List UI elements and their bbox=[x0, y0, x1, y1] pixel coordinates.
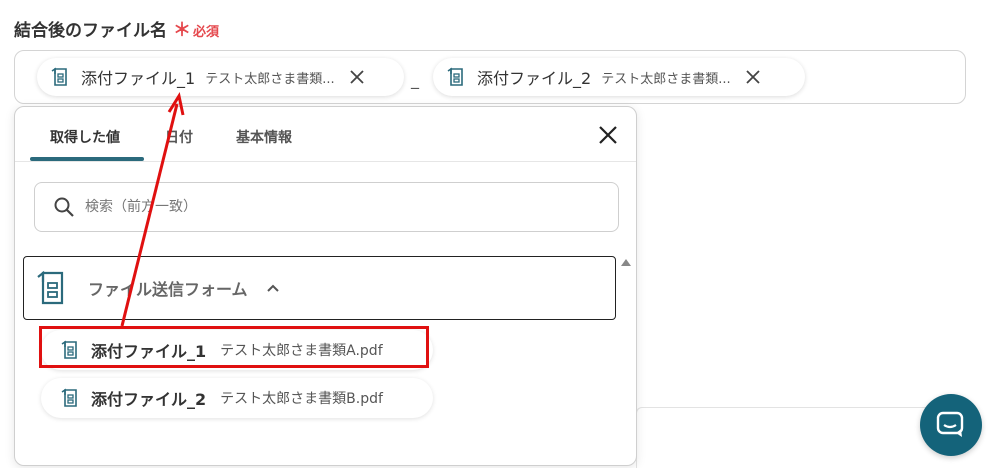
document-icon bbox=[61, 340, 77, 359]
option-value: テスト太郎さま書類A.pdf bbox=[220, 343, 383, 359]
option-value: テスト太郎さま書類B.pdf bbox=[220, 391, 383, 407]
tab-retrieved-values[interactable]: 取得した値 bbox=[50, 127, 120, 147]
search-icon bbox=[54, 197, 74, 217]
active-tab-indicator bbox=[30, 157, 144, 161]
document-icon bbox=[37, 270, 64, 305]
search-input[interactable] bbox=[83, 198, 567, 216]
close-icon[interactable] bbox=[349, 69, 365, 85]
option-name: 添付ファイル_1 bbox=[91, 342, 207, 361]
tab-date[interactable]: 日付 bbox=[165, 127, 193, 147]
scroll-up-arrow[interactable] bbox=[621, 259, 631, 266]
document-icon bbox=[447, 67, 463, 86]
value-picker-dropdown: 取得した値 日付 基本情報 ファイル送信フォーム bbox=[14, 106, 637, 466]
field-label-text: 結合後のファイル名 bbox=[14, 21, 167, 41]
field-label: 結合後のファイル名 ＊ 必須 bbox=[14, 16, 219, 42]
background-panel bbox=[636, 407, 967, 468]
close-icon[interactable] bbox=[745, 69, 761, 85]
group-header-file-form[interactable]: ファイル送信フォーム bbox=[23, 256, 616, 320]
option-attachment-2[interactable]: 添付ファイル_2 テスト太郎さま書類B.pdf bbox=[41, 378, 433, 418]
value-chip-2[interactable]: 添付ファイル_2 テスト太郎さま書類... bbox=[433, 58, 805, 96]
chip-name: 添付ファイル_2 bbox=[477, 69, 592, 88]
document-icon bbox=[61, 388, 77, 407]
close-icon[interactable] bbox=[597, 124, 619, 146]
chat-icon bbox=[936, 411, 964, 437]
required-text: 必須 bbox=[193, 25, 220, 40]
option-name: 添付ファイル_2 bbox=[91, 390, 207, 409]
tab-basic-info[interactable]: 基本情報 bbox=[236, 127, 292, 147]
tab-bar: 取得した値 日付 基本情報 bbox=[15, 107, 636, 162]
document-icon bbox=[51, 67, 67, 86]
chip-value: テスト太郎さま書類... bbox=[205, 71, 335, 87]
chevron-up-icon[interactable] bbox=[266, 283, 280, 293]
separator: _ bbox=[411, 70, 419, 89]
chat-support-button[interactable] bbox=[920, 394, 982, 456]
required-mark: ＊ bbox=[173, 20, 191, 41]
search-field bbox=[34, 182, 619, 232]
option-attachment-1[interactable]: 添付ファイル_1 テスト太郎さま書類A.pdf bbox=[41, 330, 433, 370]
group-label: ファイル送信フォーム bbox=[88, 280, 248, 299]
chip-value: テスト太郎さま書類... bbox=[601, 71, 731, 87]
value-chip-1[interactable]: 添付ファイル_1 テスト太郎さま書類... bbox=[37, 58, 404, 96]
chip-name: 添付ファイル_1 bbox=[81, 69, 196, 88]
